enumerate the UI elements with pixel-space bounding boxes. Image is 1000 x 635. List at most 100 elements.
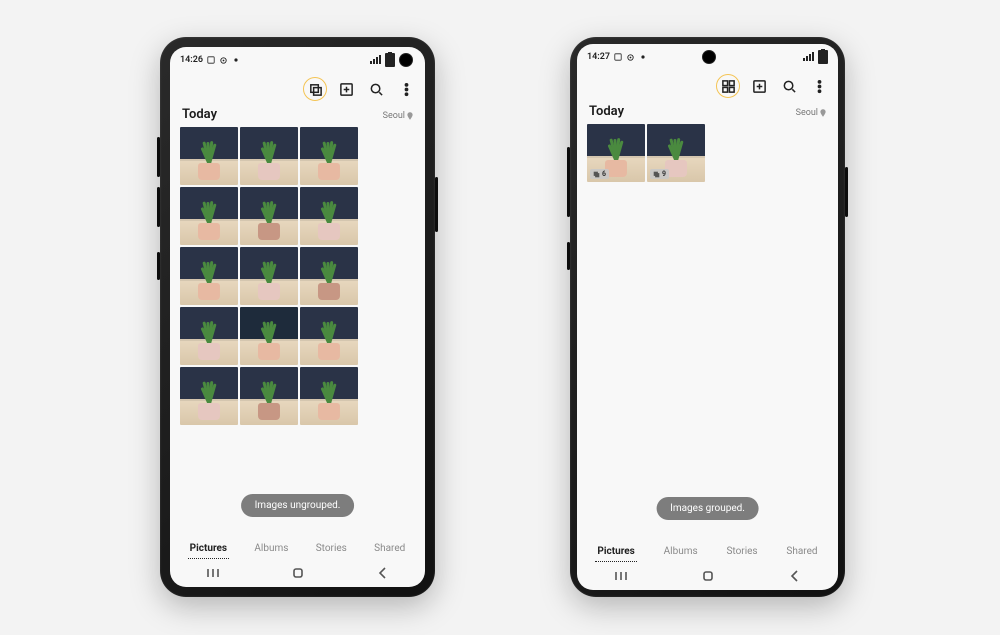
create-button[interactable] [335,78,357,100]
photo-thumbnail[interactable] [180,127,238,185]
group-toggle-button[interactable] [303,77,327,101]
section-header: Today Seoul [589,104,826,119]
side-button [567,147,570,217]
status-time: 14:26 [180,55,203,65]
section-title: Today [589,104,624,119]
nav-back[interactable] [363,565,403,581]
toast-text: Images grouped. [670,503,745,514]
status-bar: 14:26 [170,47,425,71]
tab-stories[interactable]: Stories [724,542,759,562]
screen-right: 14:27 Today [577,44,838,590]
location-pin-icon [820,109,826,117]
bottom-tabs: Pictures Albums Stories Shared [170,539,425,559]
side-button [157,187,160,227]
nav-bar [577,566,838,586]
photo-thumbnail[interactable] [180,367,238,425]
side-button [845,167,848,217]
gear-icon [219,56,228,65]
create-icon [752,79,767,94]
battery-icon [818,50,828,64]
photo-thumbnail[interactable] [240,187,298,245]
more-button[interactable] [395,78,417,100]
grid-icon [721,79,736,94]
photo-thumbnail[interactable] [300,247,358,305]
photo-thumbnail[interactable]: 6 [587,124,645,182]
home-icon [700,568,716,584]
image-icon [207,56,215,64]
image-icon [614,53,622,61]
section-title: Today [182,107,217,122]
photo-thumbnail[interactable] [180,187,238,245]
nav-recents[interactable] [601,568,641,584]
side-button [567,242,570,270]
photo-thumbnail[interactable] [240,367,298,425]
nav-bar [170,563,425,583]
toast-message: Images grouped. [656,497,759,520]
phone-left: 14:26 Today [160,37,435,597]
toast-message: Images ungrouped. [241,494,355,517]
battery-icon [385,53,395,67]
create-icon [339,82,354,97]
side-button [157,137,160,177]
photo-thumbnail[interactable] [300,367,358,425]
photo-thumbnail[interactable] [180,307,238,365]
recents-icon [613,568,629,584]
nav-home[interactable] [278,565,318,581]
tab-stories[interactable]: Stories [314,539,349,559]
tab-pictures[interactable]: Pictures [595,542,636,562]
search-icon [369,82,384,97]
back-icon [375,565,391,581]
location-text: Seoul [796,108,818,118]
more-icon [399,82,414,97]
search-button[interactable] [365,78,387,100]
gear-icon [626,53,635,62]
bottom-tabs: Pictures Albums Stories Shared [577,542,838,562]
search-button[interactable] [778,75,800,97]
tab-shared[interactable]: Shared [784,542,819,562]
nav-back[interactable] [775,568,815,584]
section-location: Seoul [796,108,826,118]
signal-icon [803,53,814,61]
location-text: Seoul [383,111,405,121]
nav-home[interactable] [688,568,728,584]
photo-grid: 69 [587,124,828,182]
status-bar: 14:27 [577,44,838,68]
location-pin-icon [407,112,413,120]
section-header: Today Seoul [182,107,413,122]
screen-left: 14:26 Today [170,47,425,587]
create-button[interactable] [748,75,770,97]
group-toggle-button[interactable] [716,74,740,98]
search-icon [782,79,797,94]
photo-thumbnail[interactable] [300,307,358,365]
photo-thumbnail[interactable] [300,127,358,185]
stack-icon [308,82,323,97]
home-icon [290,565,306,581]
photo-thumbnail[interactable] [240,307,298,365]
recents-icon [205,565,221,581]
more-icon [812,79,827,94]
section-location: Seoul [383,111,413,121]
side-button [157,252,160,280]
back-icon [787,568,803,584]
photo-thumbnail[interactable] [180,247,238,305]
group-count-badge: 9 [650,169,669,179]
photo-thumbnail[interactable]: 9 [647,124,705,182]
dot-icon [639,53,647,61]
photo-thumbnail[interactable] [240,247,298,305]
toolbar [716,74,830,98]
tab-albums[interactable]: Albums [252,539,290,559]
photo-grid [180,127,415,425]
side-button [435,177,438,232]
photo-thumbnail[interactable] [300,187,358,245]
group-count-badge: 6 [590,169,609,179]
tab-albums[interactable]: Albums [662,542,700,562]
signal-icon [370,56,381,64]
toast-text: Images ungrouped. [255,500,341,511]
more-button[interactable] [808,75,830,97]
photo-thumbnail[interactable] [240,127,298,185]
toolbar [303,77,417,101]
nav-recents[interactable] [193,565,233,581]
tab-shared[interactable]: Shared [372,539,407,559]
status-time: 14:27 [587,52,610,62]
tab-pictures[interactable]: Pictures [188,539,229,559]
